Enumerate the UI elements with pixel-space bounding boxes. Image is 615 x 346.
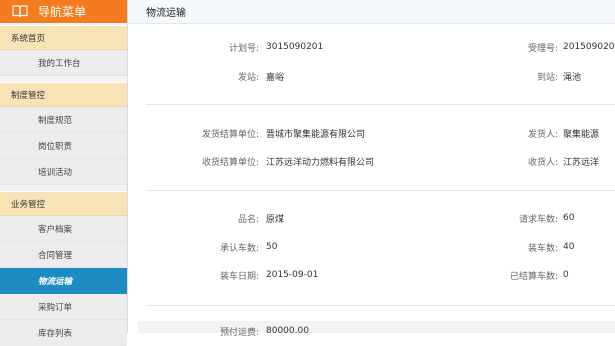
main-content: 物流运输 计划号: 3015090201 受理号: 2015090200 发站:…: [128, 0, 615, 338]
origin-label: 发站:: [237, 72, 259, 83]
section-divider: [146, 104, 615, 105]
plan-row: 计划号: 3015090201 受理号: 2015090200: [128, 40, 615, 54]
freight-row: 预付运费: 80000.00: [128, 324, 615, 338]
loaded-cars-value: 40: [563, 242, 575, 252]
sidebar: 导航菜单 系统首页 我的工作台 制度管控 制度规范 岗位职责 培训活动 业务管控…: [0, 0, 128, 346]
nav-item-contracts[interactable]: 合同管理: [0, 242, 127, 268]
nav-item-inventory[interactable]: 库存列表: [0, 320, 127, 346]
nav-title: 导航菜单: [38, 5, 87, 19]
shipper-row: 发货结算单位: 晋城市聚集能源有限公司 发货人: 聚集能源: [128, 126, 615, 140]
freight-label: 预付运费:: [219, 327, 259, 338]
approved-cars-label: 承认车数:: [219, 243, 259, 254]
settled-cars-value: 0: [563, 270, 569, 280]
nav-item-workbench[interactable]: 我的工作台: [0, 50, 127, 76]
plan-no-label: 计划号:: [228, 43, 259, 54]
nav-item-purchase-orders[interactable]: 采购订单: [0, 294, 127, 320]
receiver-label: 收货人:: [527, 157, 558, 168]
receiver-value: 江苏远洋: [563, 157, 600, 168]
accept-no-label: 受理号:: [527, 43, 558, 54]
dest-label: 到站:: [536, 72, 558, 83]
nav-section-business[interactable]: 业务管控: [0, 191, 127, 216]
nav-item-logistics[interactable]: 物流运输: [0, 268, 127, 294]
receiver-row: 收货结算单位: 江苏远洋动力燃料有限公司 收货人: 江苏远洋: [128, 154, 615, 168]
load-date-label: 装车日期:: [219, 271, 259, 282]
shipper-value: 聚集能源: [563, 129, 600, 140]
ship-settle-value: 晋城市聚集能源有限公司: [266, 129, 366, 140]
cars-row: 承认车数: 50 装车数: 40: [128, 240, 615, 254]
shipper-label: 发货人:: [527, 129, 558, 140]
product-label: 品名:: [237, 214, 259, 225]
nav-section-home[interactable]: 系统首页: [0, 25, 127, 50]
nav-list: 系统首页 我的工作台 制度管控 制度规范 岗位职责 培训活动 业务管控 客户档案…: [0, 25, 127, 346]
plan-no-value: 3015090201: [266, 42, 324, 52]
recv-settle-label: 收货结算单位:: [201, 157, 259, 168]
nav-item-customers[interactable]: 客户档案: [0, 216, 127, 242]
origin-value: 嘉峪: [266, 72, 285, 83]
station-row: 发站: 嘉峪 到站: 渑池: [128, 69, 615, 83]
ship-settle-label: 发货结算单位:: [201, 129, 259, 140]
recv-settle-value: 江苏远洋动力燃料有限公司: [266, 157, 375, 168]
accept-no-value: 2015090200: [563, 42, 615, 52]
request-cars-value: 60: [563, 213, 575, 223]
load-date-value: 2015-09-01: [266, 270, 319, 280]
section-divider: [146, 190, 615, 191]
nav-item-training[interactable]: 培训活动: [0, 159, 127, 185]
date-row: 装车日期: 2015-09-01 已结算车数: 0: [128, 268, 615, 282]
loaded-cars-label: 装车数:: [527, 243, 558, 254]
section-divider: [146, 305, 615, 306]
nav-item-duties[interactable]: 岗位职责: [0, 133, 127, 159]
product-value: 原煤: [266, 214, 285, 225]
dest-value: 渑池: [563, 72, 582, 83]
request-cars-label: 请求车数:: [518, 214, 558, 225]
product-row: 品名: 原煤 请求车数: 60: [128, 211, 615, 225]
nav-section-policy[interactable]: 制度管控: [0, 82, 127, 107]
nav-header: 导航菜单: [0, 0, 127, 23]
book-icon: [12, 5, 28, 18]
freight-value: 80000.00: [266, 326, 309, 336]
settled-cars-label: 已结算车数:: [509, 271, 558, 282]
approved-cars-value: 50: [266, 242, 278, 252]
nav-item-regulations[interactable]: 制度规范: [0, 107, 127, 133]
page-title: 物流运输: [128, 0, 615, 24]
